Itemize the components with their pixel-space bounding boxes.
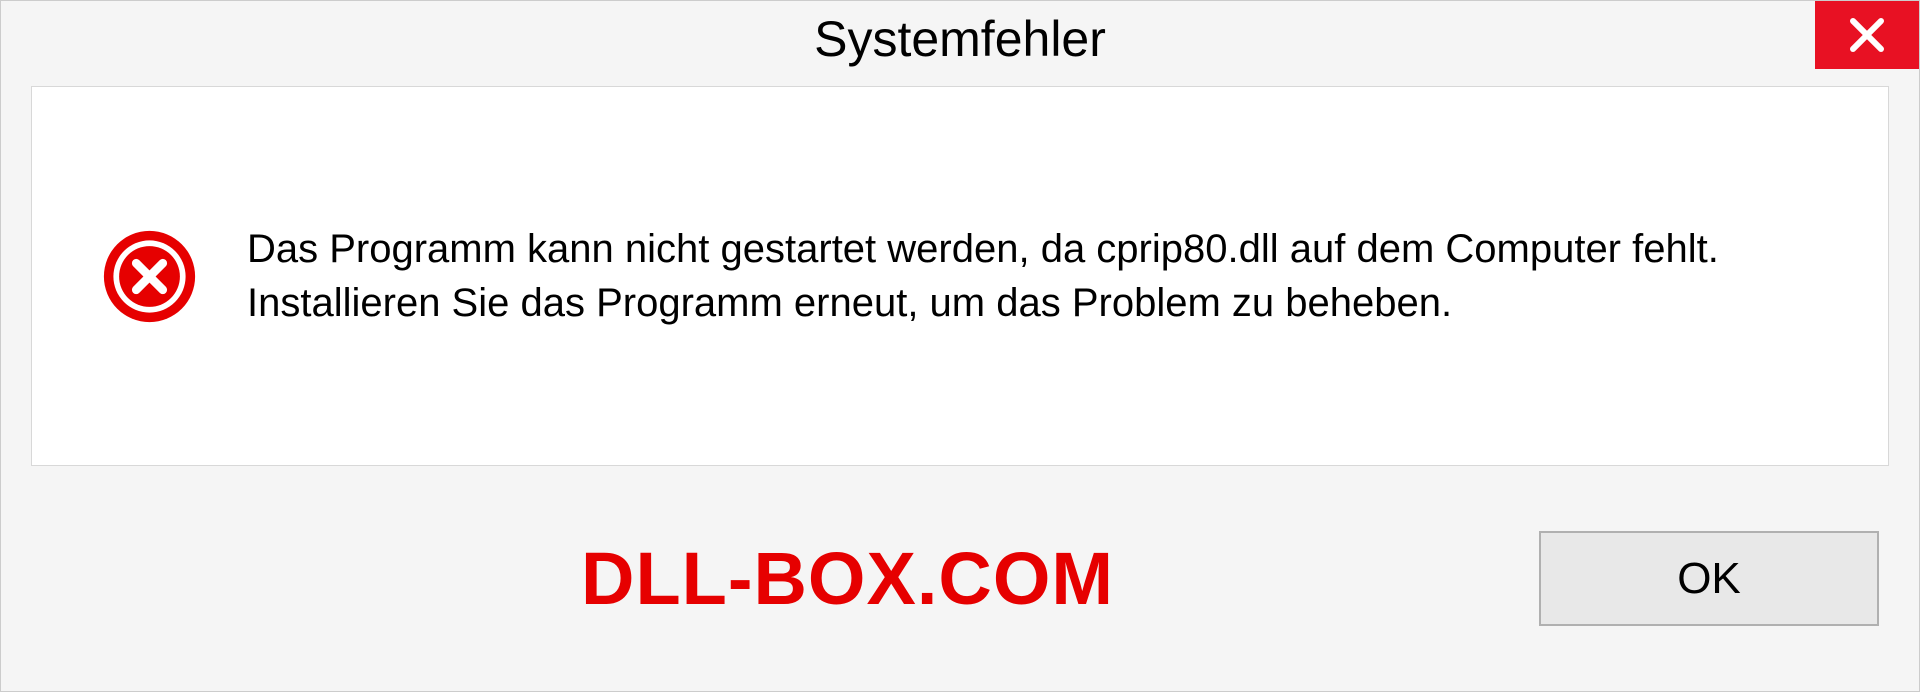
watermark-text: DLL-BOX.COM <box>581 536 1114 621</box>
ok-button[interactable]: OK <box>1539 531 1879 626</box>
error-dialog: Systemfehler Das Programm kann nicht ges… <box>0 0 1920 692</box>
title-bar: Systemfehler <box>1 1 1919 76</box>
error-icon <box>102 229 197 324</box>
dialog-title: Systemfehler <box>814 10 1106 68</box>
bottom-bar: DLL-BOX.COM OK <box>1 496 1919 691</box>
message-panel: Das Programm kann nicht gestartet werden… <box>31 86 1889 466</box>
error-message: Das Programm kann nicht gestartet werden… <box>247 222 1818 330</box>
close-button[interactable] <box>1815 1 1919 69</box>
close-icon <box>1847 15 1887 55</box>
